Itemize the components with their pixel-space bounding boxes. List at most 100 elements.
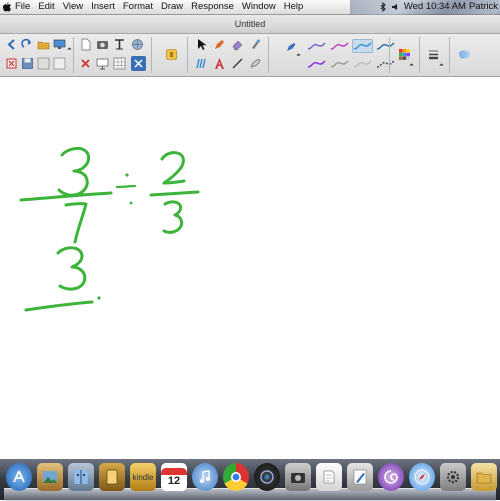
pen-color-1-button[interactable]	[306, 39, 327, 53]
grid-button[interactable]	[112, 56, 127, 71]
handwritten-digit-3-numerator	[57, 146, 91, 197]
screen-capture-button[interactable]	[52, 37, 67, 52]
presentation-button[interactable]	[95, 56, 110, 71]
shape-tool-button[interactable]	[248, 56, 263, 71]
handwritten-answer-fraction-bar	[24, 300, 94, 312]
color-palette-button[interactable]	[396, 46, 412, 62]
pen-stroke-icon	[330, 60, 349, 68]
menu-view[interactable]: View	[59, 0, 87, 14]
menu-clock[interactable]: Wed 10:34 AM	[404, 0, 466, 14]
pen-color-7-button[interactable]	[352, 57, 373, 71]
gear-icon	[446, 470, 460, 484]
kindle-icon[interactable]: kindle	[130, 463, 156, 491]
capture-dropdown-arrow[interactable]	[67, 47, 72, 52]
toolbar-separator	[151, 37, 152, 73]
pen-color-5-button[interactable]	[306, 57, 327, 71]
creative-pen-icon	[196, 58, 206, 69]
previous-page-button[interactable]	[4, 37, 19, 52]
pen-stroke-icon	[353, 60, 372, 68]
compass-icon	[414, 469, 430, 485]
text-tool-button[interactable]	[212, 56, 227, 71]
open-file-button[interactable]	[36, 37, 51, 52]
menu-window[interactable]: Window	[238, 0, 280, 14]
preview-icon[interactable]	[316, 463, 342, 491]
screen-shade-icon	[37, 57, 50, 70]
calendar-icon[interactable]: 12	[161, 463, 187, 491]
web-browser-button[interactable]	[130, 37, 145, 52]
system-preferences-icon[interactable]	[440, 463, 466, 491]
transparency-button[interactable]	[456, 46, 472, 62]
textedit-icon[interactable]	[347, 463, 373, 491]
chrome-icon[interactable]	[223, 463, 249, 491]
menu-edit[interactable]: Edit	[34, 0, 58, 14]
close-icon	[81, 59, 90, 68]
color-dropdown-arrow[interactable]	[409, 63, 414, 68]
handwriting-layer	[19, 146, 200, 312]
pen-style-button[interactable]	[282, 40, 303, 54]
properties-button[interactable]	[52, 56, 67, 71]
document-camera-button[interactable]	[95, 37, 110, 52]
notebook-app-icon[interactable]	[378, 463, 404, 491]
pen-color-6-button[interactable]	[329, 57, 350, 71]
menu-response[interactable]: Response	[187, 0, 238, 14]
line-tool-button[interactable]	[230, 56, 245, 71]
menu-user-name[interactable]: Patrick	[469, 0, 498, 14]
app-store-glyph-icon	[13, 470, 25, 483]
fill-tool-button[interactable]	[248, 37, 263, 52]
pen-stroke-icon	[376, 42, 395, 50]
line-width-dropdown-arrow[interactable]	[439, 63, 444, 68]
select-tool-button[interactable]	[194, 37, 209, 52]
toolbar	[0, 34, 500, 77]
redo-button[interactable]	[20, 37, 35, 52]
app-store-icon[interactable]	[6, 463, 32, 491]
fullscreen-button[interactable]	[131, 56, 146, 71]
books-icon[interactable]	[99, 463, 125, 491]
delete-page-button[interactable]	[4, 56, 19, 71]
pen-tool-button[interactable]	[212, 37, 227, 52]
save-button[interactable]	[20, 56, 35, 71]
creative-pen-button[interactable]	[194, 56, 209, 71]
itunes-icon[interactable]	[192, 463, 218, 491]
finder-icon[interactable]	[68, 463, 94, 491]
menu-help[interactable]: Help	[280, 0, 308, 14]
notebook-page-canvas[interactable]	[0, 77, 500, 459]
menu-insert[interactable]: Insert	[87, 0, 119, 14]
bluetooth-icon[interactable]	[378, 2, 388, 12]
handwritten-digit-3-denominator	[162, 200, 184, 234]
magic-pen-icon	[252, 39, 261, 49]
delete-icon	[6, 58, 17, 69]
toolbar-separator	[268, 37, 269, 73]
downloads-stack-icon[interactable]	[471, 463, 497, 491]
line-width-button[interactable]	[425, 46, 441, 62]
screen-shade-button[interactable]	[36, 56, 51, 71]
safari-icon[interactable]	[409, 463, 435, 491]
pen-color-4-button[interactable]	[375, 39, 396, 53]
handwritten-stray-dot	[97, 296, 101, 300]
pen-stroke-icon	[307, 42, 326, 50]
photos-icon[interactable]	[37, 463, 63, 491]
new-page-button[interactable]	[78, 37, 93, 52]
pen-color-8-button[interactable]	[375, 57, 396, 71]
toolbar-separator	[389, 37, 390, 73]
apple-logo-icon[interactable]	[3, 2, 11, 12]
pen-color-3-button[interactable]	[352, 39, 373, 53]
book-icon	[106, 469, 118, 485]
kindle-label: kindle	[132, 472, 154, 482]
color-palette-icon	[398, 48, 410, 60]
menu-draw[interactable]: Draw	[157, 0, 187, 14]
camera-body-icon	[291, 473, 305, 483]
table-insert-button[interactable]	[112, 37, 127, 52]
music-note-icon	[200, 470, 210, 483]
pen-style-dropdown-arrow[interactable]	[296, 53, 301, 58]
eraser-tool-button[interactable]	[230, 37, 245, 52]
volume-icon[interactable]	[391, 2, 401, 12]
photo-booth-icon[interactable]	[285, 463, 311, 491]
menu-format[interactable]: Format	[119, 0, 157, 14]
pen-color-2-button[interactable]	[329, 39, 350, 53]
aperture-icon[interactable]	[254, 463, 280, 491]
window-title: Untitled	[234, 19, 266, 29]
lock-button[interactable]	[163, 46, 179, 62]
undo-delete-button[interactable]	[78, 56, 93, 71]
menu-file[interactable]: File	[11, 0, 34, 14]
properties-icon	[53, 57, 66, 70]
